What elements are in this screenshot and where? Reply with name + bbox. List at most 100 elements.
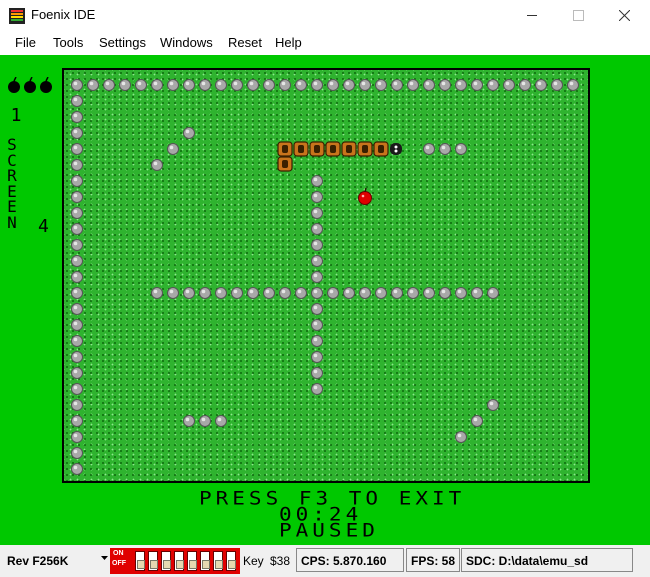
menu-file[interactable]: File (15, 35, 36, 50)
snake-segment (277, 156, 293, 172)
rock-tile (71, 207, 83, 219)
rock-tile (87, 79, 99, 91)
menu-reset[interactable]: Reset (228, 35, 262, 50)
rock-tile (151, 159, 163, 171)
close-icon (619, 10, 630, 21)
rock-tile (327, 287, 339, 299)
status-bar: Rev F256K ON OFF Key $38 CPS: 5.870.160 … (0, 545, 650, 577)
rock-tile (151, 287, 163, 299)
dip-switch[interactable] (187, 551, 197, 571)
rock-tile (439, 143, 451, 155)
title-bar: Foenix IDE (0, 0, 650, 31)
snake-segment (341, 141, 357, 157)
rock-tile (71, 175, 83, 187)
rock-tile (263, 287, 275, 299)
rock-tile (215, 79, 227, 91)
menu-windows[interactable]: Windows (160, 35, 213, 50)
snake-segment (309, 141, 325, 157)
rock-tile (487, 287, 499, 299)
dip-switch[interactable] (148, 551, 158, 571)
rock-tile (247, 287, 259, 299)
rock-tile (71, 159, 83, 171)
menu-tools[interactable]: Tools (53, 35, 83, 50)
apple-icon (358, 187, 372, 205)
rock-tile (407, 79, 419, 91)
rock-tile (215, 415, 227, 427)
rock-tile (503, 79, 515, 91)
rock-tile (439, 79, 451, 91)
rock-tile (71, 351, 83, 363)
rock-tile (215, 287, 227, 299)
rock-tile (231, 287, 243, 299)
snake-segment (373, 141, 389, 157)
dip-switch[interactable] (135, 551, 145, 571)
revision-select[interactable]: Rev F256K (7, 554, 68, 568)
rock-tile (71, 367, 83, 379)
rock-tile (183, 287, 195, 299)
rock-tile (375, 287, 387, 299)
emulator-screen[interactable]: 1 SCREEN 4 PRESS F3 TO EXIT 00:24 PAUSED (0, 55, 650, 545)
rock-tile (167, 143, 179, 155)
game-board (71, 79, 579, 475)
rock-tile (71, 303, 83, 315)
dip-switch[interactable] (226, 551, 236, 571)
rock-tile (471, 79, 483, 91)
rock-tile (167, 287, 179, 299)
rock-tile (71, 239, 83, 251)
chevron-down-icon[interactable] (101, 556, 108, 560)
dip-switch[interactable] (213, 551, 223, 571)
rock-tile (263, 79, 275, 91)
minimize-button[interactable] (509, 0, 555, 31)
dip-switch-bank: ON OFF (110, 548, 240, 574)
maximize-button[interactable] (555, 0, 601, 31)
rock-tile (535, 79, 547, 91)
menu-help[interactable]: Help (275, 35, 302, 50)
rock-tile (391, 79, 403, 91)
rock-tile (71, 111, 83, 123)
rock-tile (487, 399, 499, 411)
dip-switch[interactable] (174, 551, 184, 571)
lives-indicator (8, 77, 52, 93)
rock-tile (119, 79, 131, 91)
rock-tile (311, 223, 323, 235)
rock-tile (71, 223, 83, 235)
dip-switch[interactable] (161, 551, 171, 571)
rock-tile (343, 287, 355, 299)
rock-tile (455, 79, 467, 91)
rock-tile (135, 79, 147, 91)
rock-tile (71, 79, 83, 91)
rock-tile (311, 175, 323, 187)
rock-tile (311, 287, 323, 299)
fps-readout: FPS: 58 (406, 548, 460, 572)
snake-segment (357, 141, 373, 157)
rock-tile (71, 255, 83, 267)
rock-tile (71, 319, 83, 331)
close-button[interactable] (601, 0, 647, 31)
menu-bar: File Tools Settings Windows Reset Help (0, 31, 650, 55)
rock-tile (199, 415, 211, 427)
rock-tile (359, 79, 371, 91)
rock-tile (231, 79, 243, 91)
rock-tile (311, 79, 323, 91)
level-number: 1 (10, 105, 22, 126)
rock-tile (71, 143, 83, 155)
menu-settings[interactable]: Settings (99, 35, 146, 50)
rock-tile (311, 239, 323, 251)
rock-tile (407, 287, 419, 299)
rock-tile (455, 431, 467, 443)
rock-tile (183, 127, 195, 139)
life-apple-icon (40, 77, 52, 93)
rock-tile (103, 79, 115, 91)
rock-tile (183, 79, 195, 91)
rock-tile (71, 431, 83, 443)
dip-switch[interactable] (200, 551, 210, 571)
rock-tile (311, 383, 323, 395)
rock-tile (151, 79, 163, 91)
rock-tile (311, 319, 323, 331)
rock-tile (311, 191, 323, 203)
rock-tile (279, 79, 291, 91)
rock-tile (423, 79, 435, 91)
rock-tile (455, 287, 467, 299)
snake-segment (293, 141, 309, 157)
rock-tile (311, 255, 323, 267)
